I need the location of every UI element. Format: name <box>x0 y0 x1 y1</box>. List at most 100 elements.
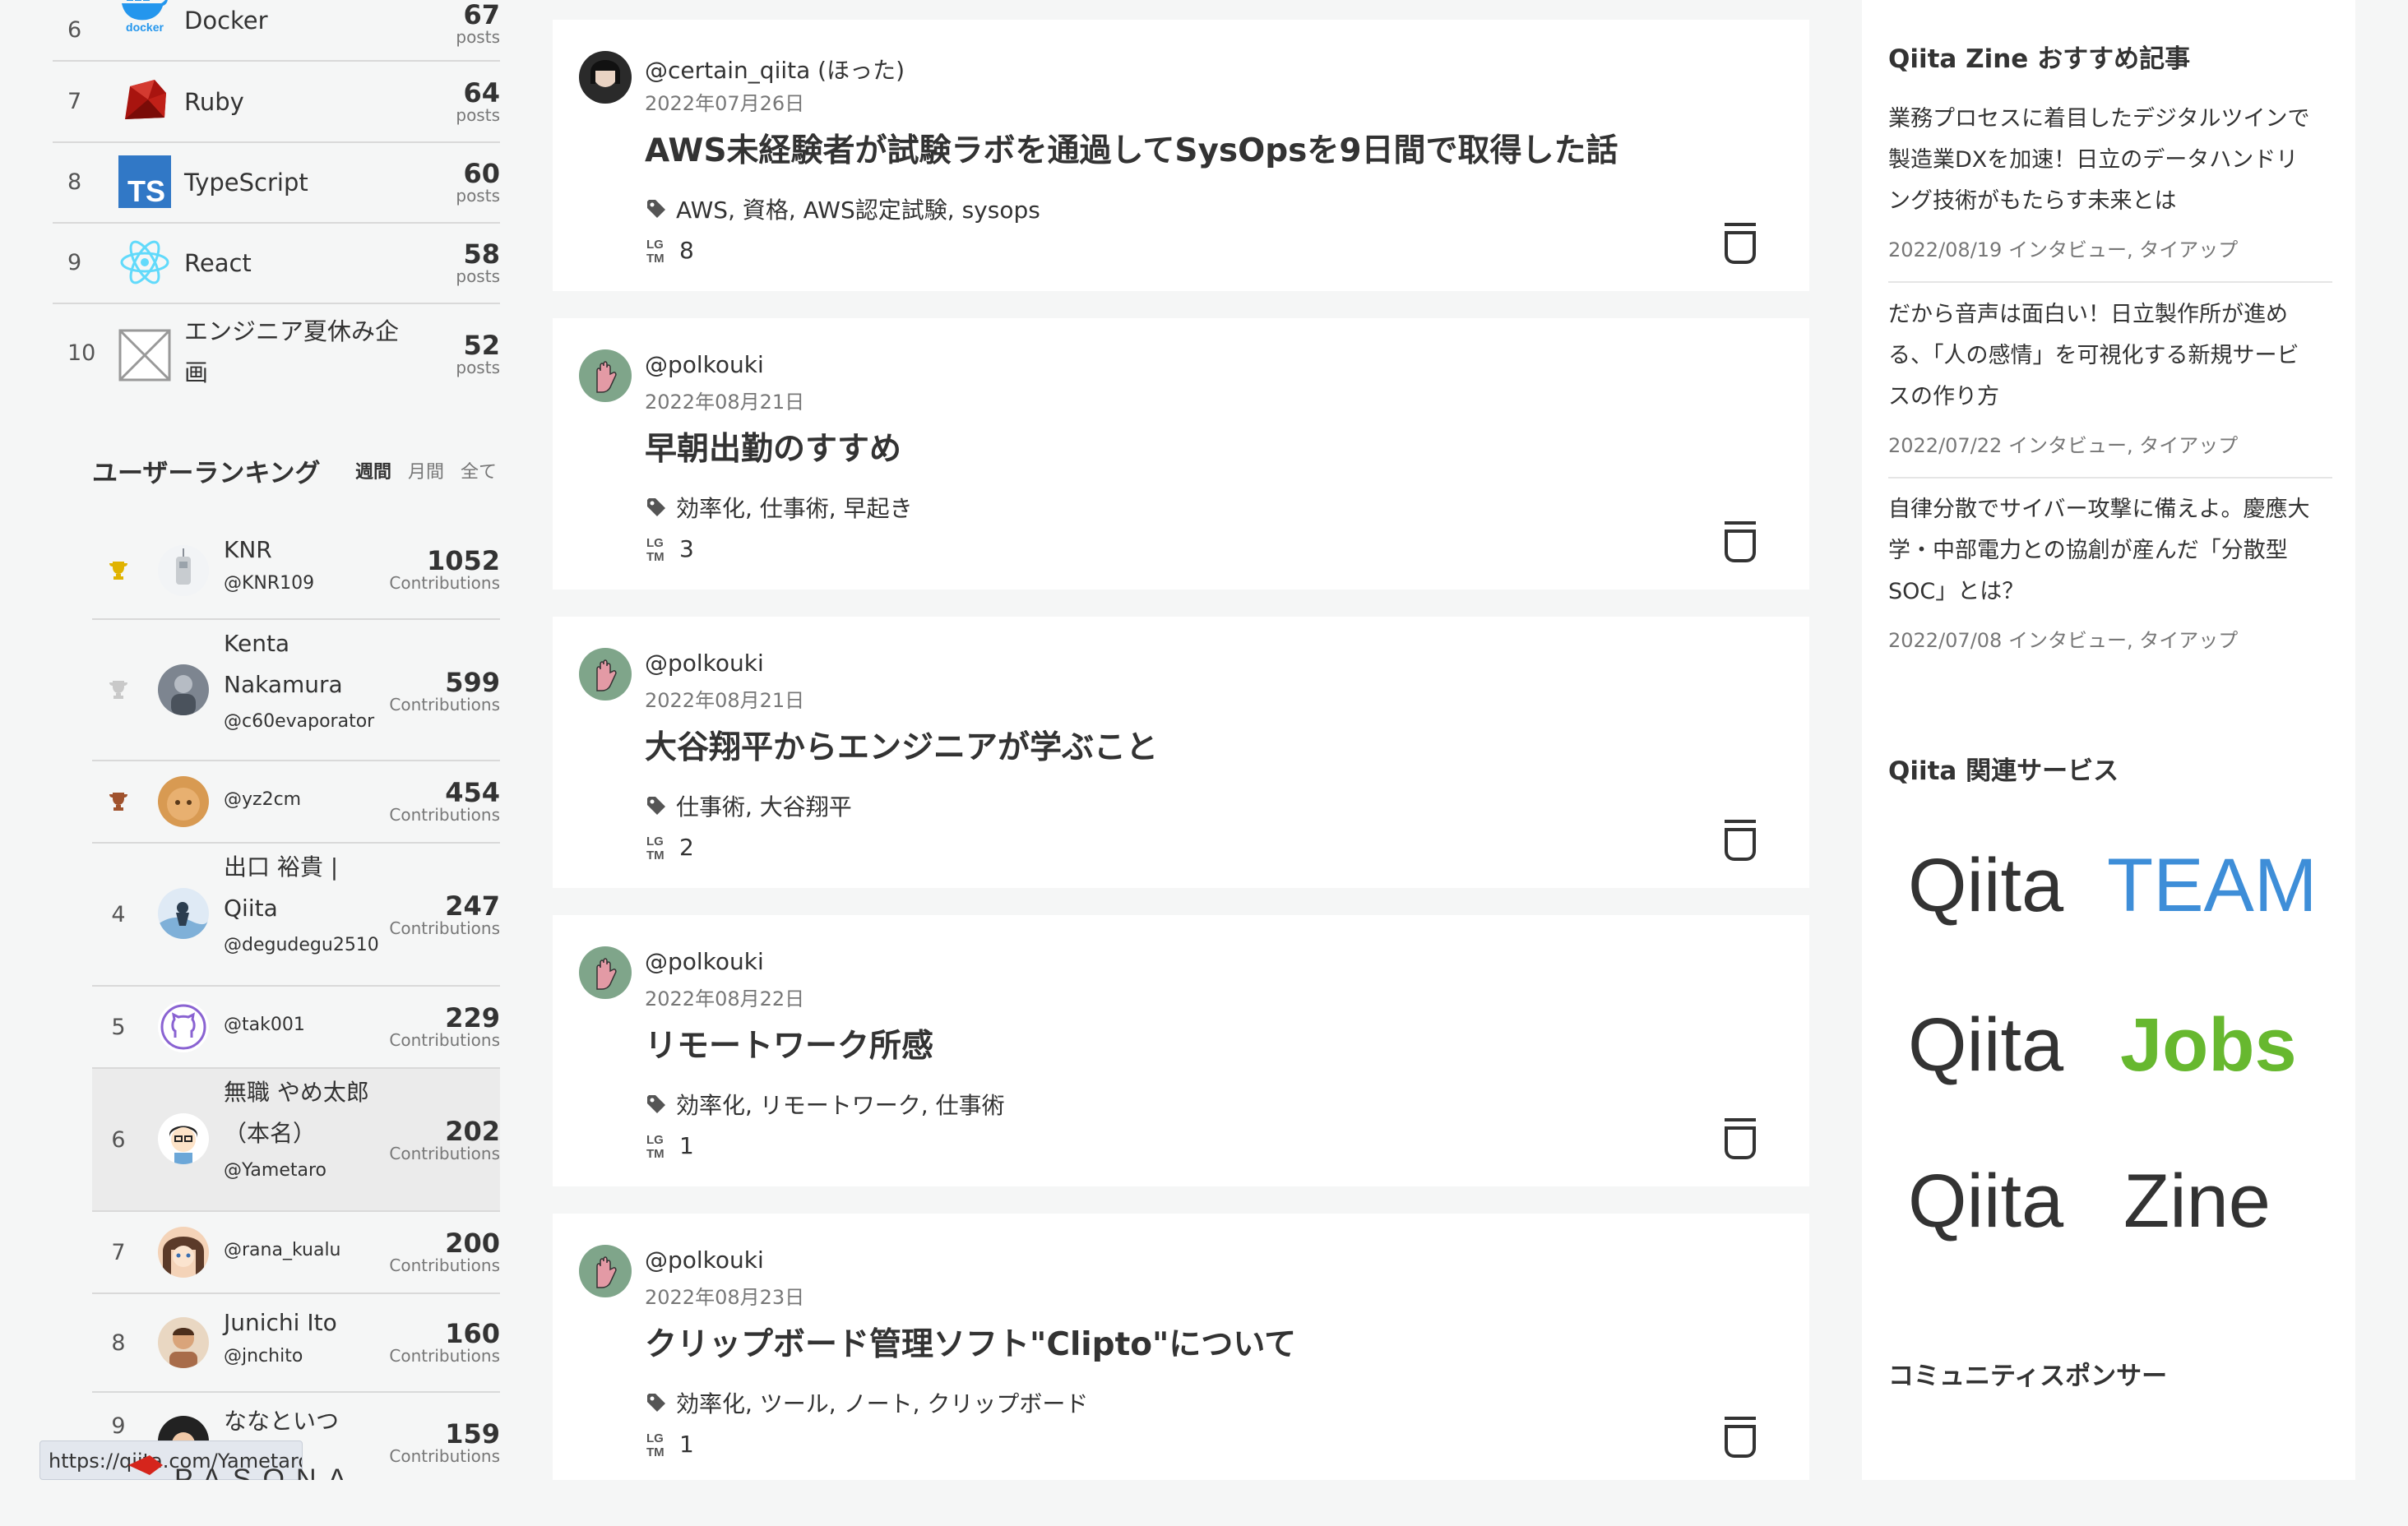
zine-article-title[interactable]: ング技術がもたらす未来とは <box>1888 181 2332 222</box>
zine-article-title[interactable]: だから音声は面白い！日立製作所が進め <box>1888 294 2332 335</box>
article-author[interactable]: @polkouki <box>645 650 764 677</box>
user-ranking-row[interactable]: Kenta Nakamura @c60evaporator 599 Contrib… <box>92 620 500 761</box>
github-avatar-icon[interactable] <box>158 1001 209 1052</box>
tag-name[interactable]: Ruby <box>184 81 244 123</box>
period-tab-weekly[interactable]: 週間 <box>355 457 391 483</box>
tag-name[interactable]: TypeScript <box>184 162 308 203</box>
zine-article-title[interactable]: 製造業DXを加速！日立のデータハンドリ <box>1888 140 2332 181</box>
article-card[interactable]: @certain_qiita (ほった) 2022年07月26日 AWS未経験者… <box>553 20 1809 291</box>
article-title[interactable]: クリップボード管理ソフト"Clipto"について <box>645 1319 1296 1365</box>
user-name[interactable]: Kenta <box>224 623 388 664</box>
user-handle[interactable]: @c60evaporator <box>224 705 388 738</box>
user-ranking-row[interactable]: 6 無職 やめ太郎 （本名） @Yametaro 202 Contribution… <box>92 1069 500 1212</box>
sponsor-logo[interactable]: PASONA <box>128 1450 441 1480</box>
article-title[interactable]: 大谷翔平からエンジニアが学ぶこと <box>645 722 1158 768</box>
period-tab-monthly[interactable]: 月間 <box>408 457 444 483</box>
lgtm-icon: LGTM <box>646 1431 665 1459</box>
user-avatar[interactable] <box>158 888 209 939</box>
article-author[interactable]: @polkouki <box>645 1246 764 1274</box>
tag-ranking-row[interactable]: 9 React 58 posts <box>53 223 500 304</box>
tag-post-count: 58 posts <box>456 238 500 286</box>
tag-list[interactable]: 仕事術, 大谷翔平 <box>676 789 852 822</box>
user-avatar[interactable] <box>158 664 209 715</box>
article-card[interactable]: @polkouki 2022年08月22日 リモートワーク所感 効率化, リモー… <box>553 915 1809 1186</box>
article-author[interactable]: @certain_qiita (ほった) <box>645 53 905 86</box>
tag-name[interactable]: Docker <box>184 0 268 41</box>
tag-ranking-row[interactable]: 10 エンジニア夏休み企 画 52 posts <box>53 304 500 401</box>
stock-icon[interactable] <box>1722 520 1758 564</box>
user-ranking-row[interactable]: 8 Junichi Ito @jnchito 160 Contributions <box>92 1294 500 1393</box>
user-handle[interactable]: @KNR109 <box>224 571 388 597</box>
user-name[interactable]: 無職 やめ太郎 <box>224 1072 388 1113</box>
user-name[interactable]: Nakamura <box>224 664 388 705</box>
user-name[interactable]: ななといつ <box>224 1401 388 1442</box>
zine-article[interactable]: 業務プロセスに着目したデジタルツインで 製造業DXを加速！日立のデータハンドリ … <box>1888 99 2332 283</box>
author-avatar[interactable] <box>579 349 632 402</box>
tag-ranking-row[interactable]: 6 docker Docker 67 posts <box>53 0 500 62</box>
article-title[interactable]: リモートワーク所感 <box>645 1020 933 1066</box>
user-ranking-row[interactable]: 5 @tak001 229 Contributions <box>92 987 500 1069</box>
svg-text:TS: TS <box>127 174 165 208</box>
period-tab-all[interactable]: 全て <box>461 457 497 483</box>
tag-list[interactable]: 効率化, ツール, ノート, クリップボード <box>676 1386 1088 1419</box>
user-handle[interactable]: @jnchito <box>224 1343 388 1370</box>
stock-icon[interactable] <box>1722 818 1758 862</box>
tag-name[interactable]: React <box>184 243 252 284</box>
author-avatar[interactable] <box>579 648 632 701</box>
user-handle[interactable]: @rana_kualu <box>224 1233 388 1268</box>
user-avatar[interactable] <box>158 1317 209 1368</box>
qiita-jobs-logo[interactable]: Qiita Jobs <box>1908 998 2336 1089</box>
user-avatar[interactable] <box>158 776 209 827</box>
tag-ranking-row[interactable]: 8 TS TypeScript 60 posts <box>53 142 500 224</box>
stock-icon[interactable] <box>1722 221 1758 266</box>
article-author[interactable]: @polkouki <box>645 351 764 378</box>
tag-name[interactable]: エンジニア夏休み企 画 <box>184 311 399 393</box>
article-card[interactable]: @polkouki 2022年08月23日 クリップボード管理ソフト"Clipt… <box>553 1214 1809 1480</box>
author-avatar[interactable] <box>579 51 632 104</box>
user-name[interactable]: 出口 裕貴 | <box>224 847 388 888</box>
user-name[interactable]: Junichi Ito <box>224 1302 388 1343</box>
article-card[interactable]: @polkouki 2022年08月21日 早朝出勤のすすめ 効率化, 仕事術,… <box>553 318 1809 590</box>
tag-list[interactable]: AWS, 資格, AWS認定試験, sysops <box>676 192 1040 225</box>
user-ranking-title: ユーザーランキング <box>92 459 321 488</box>
user-avatar[interactable] <box>158 1227 209 1278</box>
user-avatar[interactable] <box>158 545 209 596</box>
user-name[interactable]: Qiita <box>224 888 388 929</box>
user-avatar[interactable] <box>158 1113 209 1164</box>
user-handle[interactable]: @tak001 <box>224 1008 388 1043</box>
user-name[interactable]: KNR <box>224 529 388 571</box>
article-title[interactable]: AWS未経験者が試験ラボを通過してSysOpsを9日間で取得した話 <box>645 125 1618 171</box>
svg-text:TM: TM <box>646 550 665 563</box>
svg-text:TM: TM <box>646 1147 665 1160</box>
qiita-zine-logo[interactable]: Qiita Zine <box>1908 1154 2336 1245</box>
author-avatar[interactable] <box>579 946 632 999</box>
article-author[interactable]: @polkouki <box>645 948 764 975</box>
zine-article-title[interactable]: 学・中部電力との協創が産んだ「分散型 <box>1888 530 2332 571</box>
author-avatar[interactable] <box>579 1245 632 1297</box>
zine-article-title[interactable]: 業務プロセスに着目したデジタルツインで <box>1888 99 2332 140</box>
tag-ranking-row[interactable]: 7 Ruby 64 posts <box>53 62 500 143</box>
svg-text:TM: TM <box>646 252 665 265</box>
tag-list[interactable]: 効率化, 仕事術, 早起き <box>676 491 913 524</box>
stock-icon[interactable] <box>1722 1415 1758 1459</box>
user-info: Kenta Nakamura @c60evaporator <box>224 623 388 738</box>
zine-article-title[interactable]: 自律分散でサイバー攻撃に備えよ。慶應大 <box>1888 489 2332 530</box>
user-name[interactable]: （本名） <box>224 1113 388 1154</box>
user-ranking-row[interactable]: 7 @rana_kualu 200 Contributions <box>92 1212 500 1294</box>
stock-icon[interactable] <box>1722 1117 1758 1161</box>
user-ranking-row[interactable]: @yz2cm 454 Contributions <box>92 761 500 844</box>
zine-article-title[interactable]: る、「人の感情」を可視化する新規サービ <box>1888 335 2332 377</box>
user-ranking-row[interactable]: KNR @KNR109 1052 Contributions <box>92 523 500 620</box>
tag-list[interactable]: 効率化, リモートワーク, 仕事術 <box>676 1088 1005 1121</box>
article-card[interactable]: @polkouki 2022年08月21日 大谷翔平からエンジニアが学ぶこと 仕… <box>553 617 1809 888</box>
qiita-team-logo[interactable]: Qiita TEAM <box>1908 839 2336 929</box>
zine-article[interactable]: 自律分散でサイバー攻撃に備えよ。慶應大 学・中部電力との協創が産んだ「分散型 S… <box>1888 489 2332 672</box>
zine-article[interactable]: だから音声は面白い！日立製作所が進め る、「人の感情」を可視化する新規サービ ス… <box>1888 294 2332 479</box>
zine-article-title[interactable]: スの作り方 <box>1888 377 2332 418</box>
article-title[interactable]: 早朝出勤のすすめ <box>645 423 901 469</box>
user-handle[interactable]: @yz2cm <box>224 783 388 817</box>
user-handle[interactable]: @Yametaro <box>224 1154 388 1187</box>
user-handle[interactable]: @degudegu2510 <box>224 929 388 962</box>
zine-article-title[interactable]: SOC」とは？ <box>1888 571 2332 613</box>
user-ranking-row[interactable]: 4 出口 裕貴 | Qiita @degudegu2510 247 Contrib… <box>92 844 500 987</box>
